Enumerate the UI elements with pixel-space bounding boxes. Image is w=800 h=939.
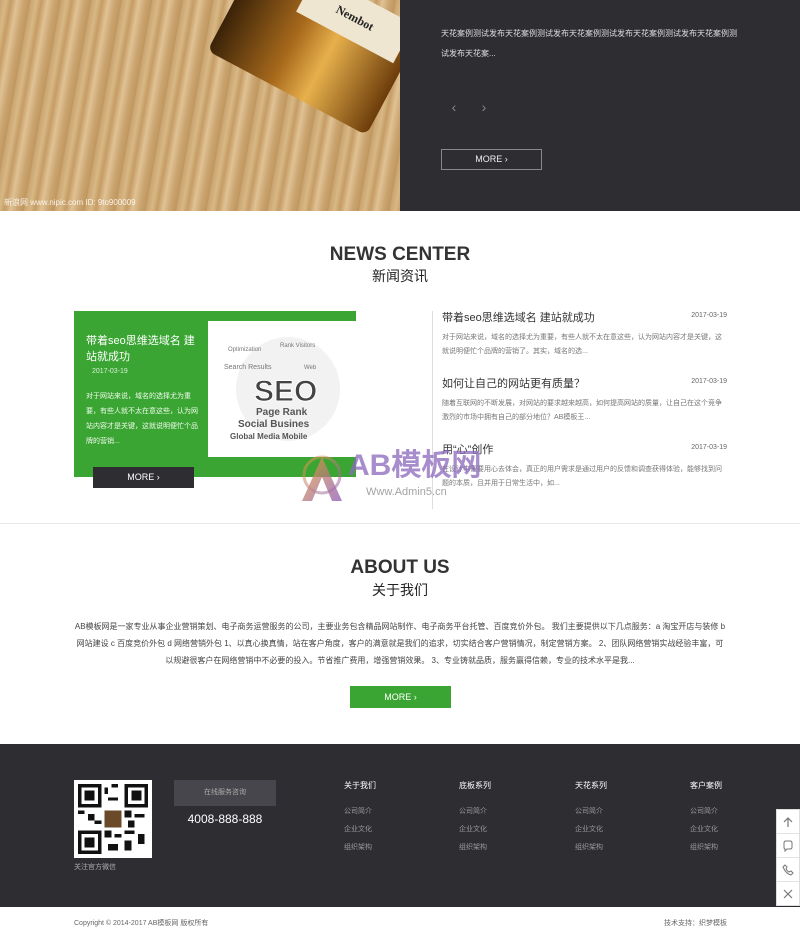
news-section-subtitle: 新闻资讯 <box>372 268 428 284</box>
footer-link[interactable]: 组织架构 <box>575 839 655 857</box>
about-more-button[interactable]: MORE › <box>350 686 451 708</box>
svg-text:SEO: SEO <box>254 375 317 408</box>
news-more-button[interactable]: MORE › <box>93 467 194 488</box>
news-item-date: 2017-03-19 <box>691 444 727 451</box>
footer-link[interactable]: 组织架构 <box>459 839 539 857</box>
footer-link[interactable]: 组织架构 <box>344 839 424 857</box>
hero-description: 天花案例测试发布天花案例测试发布天花案例测试发布天花案例测试发布天花案例测试发布… <box>441 29 737 58</box>
featured-news-date: 2017-03-19 <box>92 368 128 375</box>
svg-text:Global Media Mobile: Global Media Mobile <box>230 432 308 441</box>
hero-image: Nembot 新浪网 www.nipic.com ID: 9to900009 <box>0 0 400 211</box>
footer-column-about: 关于我们 公司简介 企业文化 组织架构 <box>344 780 424 857</box>
qr-caption: 关注官方微信 <box>74 864 116 871</box>
footer-link[interactable]: 企业文化 <box>575 821 655 839</box>
chevron-right-icon: › <box>504 154 508 164</box>
chevron-right-icon: › <box>156 472 160 482</box>
footer-column-ceiling: 天花系列 公司简介 企业文化 组织架构 <box>575 780 655 857</box>
footer-link[interactable]: 公司简介 <box>690 803 770 821</box>
footer-column-heading[interactable]: 底板系列 <box>459 780 539 791</box>
about-section-subtitle: 关于我们 <box>372 582 428 598</box>
side-float-toolbar <box>776 809 800 906</box>
news-section-title: NEWS CENTER <box>329 244 471 265</box>
tech-support-link[interactable]: 技术支持：织梦模板 <box>664 918 727 928</box>
close-icon[interactable] <box>777 882 799 906</box>
footer-column-heading[interactable]: 关于我们 <box>344 780 424 791</box>
news-more-label: MORE <box>127 472 155 482</box>
image-watermark: 新浪网 www.nipic.com ID: 9to900009 <box>4 198 136 207</box>
svg-text:Search Results: Search Results <box>224 364 272 371</box>
footer-column-floor: 底板系列 公司简介 企业文化 组织架构 <box>459 780 539 857</box>
footer-link[interactable]: 公司简介 <box>344 803 424 821</box>
about-text: AB模板网是一家专业从事企业营销策划、电子商务运营服务的公司，主要业务包含精品网… <box>74 622 726 665</box>
news-item-date: 2017-03-19 <box>691 378 727 385</box>
footer-column-heading[interactable]: 天花系列 <box>575 780 655 791</box>
featured-news-title[interactable]: 带着seo思维选域名 建站就成功 <box>86 333 196 365</box>
footer-column-cases: 客户案例 公司简介 企业文化 组织架构 <box>690 780 770 857</box>
ab-template-watermark-logo: AB模板网 Www.Admin5.cn <box>298 437 518 507</box>
footer-column-heading[interactable]: 客户案例 <box>690 780 770 791</box>
chevron-right-icon: › <box>413 692 417 702</box>
prev-arrow-button[interactable]: ‹ <box>444 98 464 118</box>
svg-text:Rank Visitors: Rank Visitors <box>280 343 315 349</box>
news-item-title[interactable]: 如何让自己的网站更有质量？ <box>442 377 727 391</box>
watermark-brand: AB模板网 <box>348 449 481 482</box>
hero-banner: Nembot 新浪网 www.nipic.com ID: 9to900009 天… <box>0 0 800 211</box>
news-item-title[interactable]: 带着seo思维选域名 建站就成功 <box>442 311 727 325</box>
news-item-summary: 对于网站来说，域名的选择尤为重要，有些人就不太在意这些，认为网站内容才是关键，这… <box>442 334 722 355</box>
phone-icon[interactable] <box>777 858 799 882</box>
svg-text:Web: Web <box>304 365 317 371</box>
svg-text:Page Rank: Page Rank <box>256 407 308 418</box>
footer-link[interactable]: 企业文化 <box>344 821 424 839</box>
featured-news-summary: 对于网站来说，域名的选择尤为重要，有些人就不太在意这些，认为网站内容才是关键，这… <box>86 393 198 445</box>
next-arrow-button[interactable]: › <box>474 98 494 118</box>
watermark-url: Www.Admin5.cn <box>366 486 447 498</box>
list-item[interactable]: 带着seo思维选域名 建站就成功 2017-03-19 对于网站来说，域名的选择… <box>433 311 727 377</box>
about-more-label: MORE <box>384 692 412 702</box>
svg-text:Social Busines: Social Busines <box>238 419 310 430</box>
list-item[interactable]: 如何让自己的网站更有质量？ 2017-03-19 随着互联网的不断发展，对网站的… <box>433 377 727 443</box>
online-service-button[interactable]: 在线服务咨询 <box>174 780 276 806</box>
footer-link[interactable]: 公司简介 <box>575 803 655 821</box>
phone-number: 4008-888-888 <box>187 812 263 826</box>
footer-link[interactable]: 组织架构 <box>690 839 770 857</box>
footer-link[interactable]: 企业文化 <box>459 821 539 839</box>
footer-link[interactable]: 公司简介 <box>459 803 539 821</box>
copyright-text: Copyright © 2014-2017 AB模板网 版权所有 <box>74 920 209 927</box>
hero-more-button[interactable]: MORE › <box>441 149 542 170</box>
svg-text:Optimization: Optimization <box>228 347 261 353</box>
footer-link[interactable]: 企业文化 <box>690 821 770 839</box>
hero-more-label: MORE <box>475 154 503 164</box>
chat-icon[interactable] <box>777 834 799 858</box>
news-item-summary: 随着互联网的不断发展，对网站的要求越来越高，如何提高网站的质量，让自己在这个竞争… <box>442 400 722 421</box>
section-divider <box>0 523 800 524</box>
arrow-up-icon[interactable] <box>777 810 799 834</box>
news-item-date: 2017-03-19 <box>691 312 727 319</box>
about-section-title: ABOUT US <box>350 557 450 578</box>
qr-code-image <box>74 780 152 858</box>
